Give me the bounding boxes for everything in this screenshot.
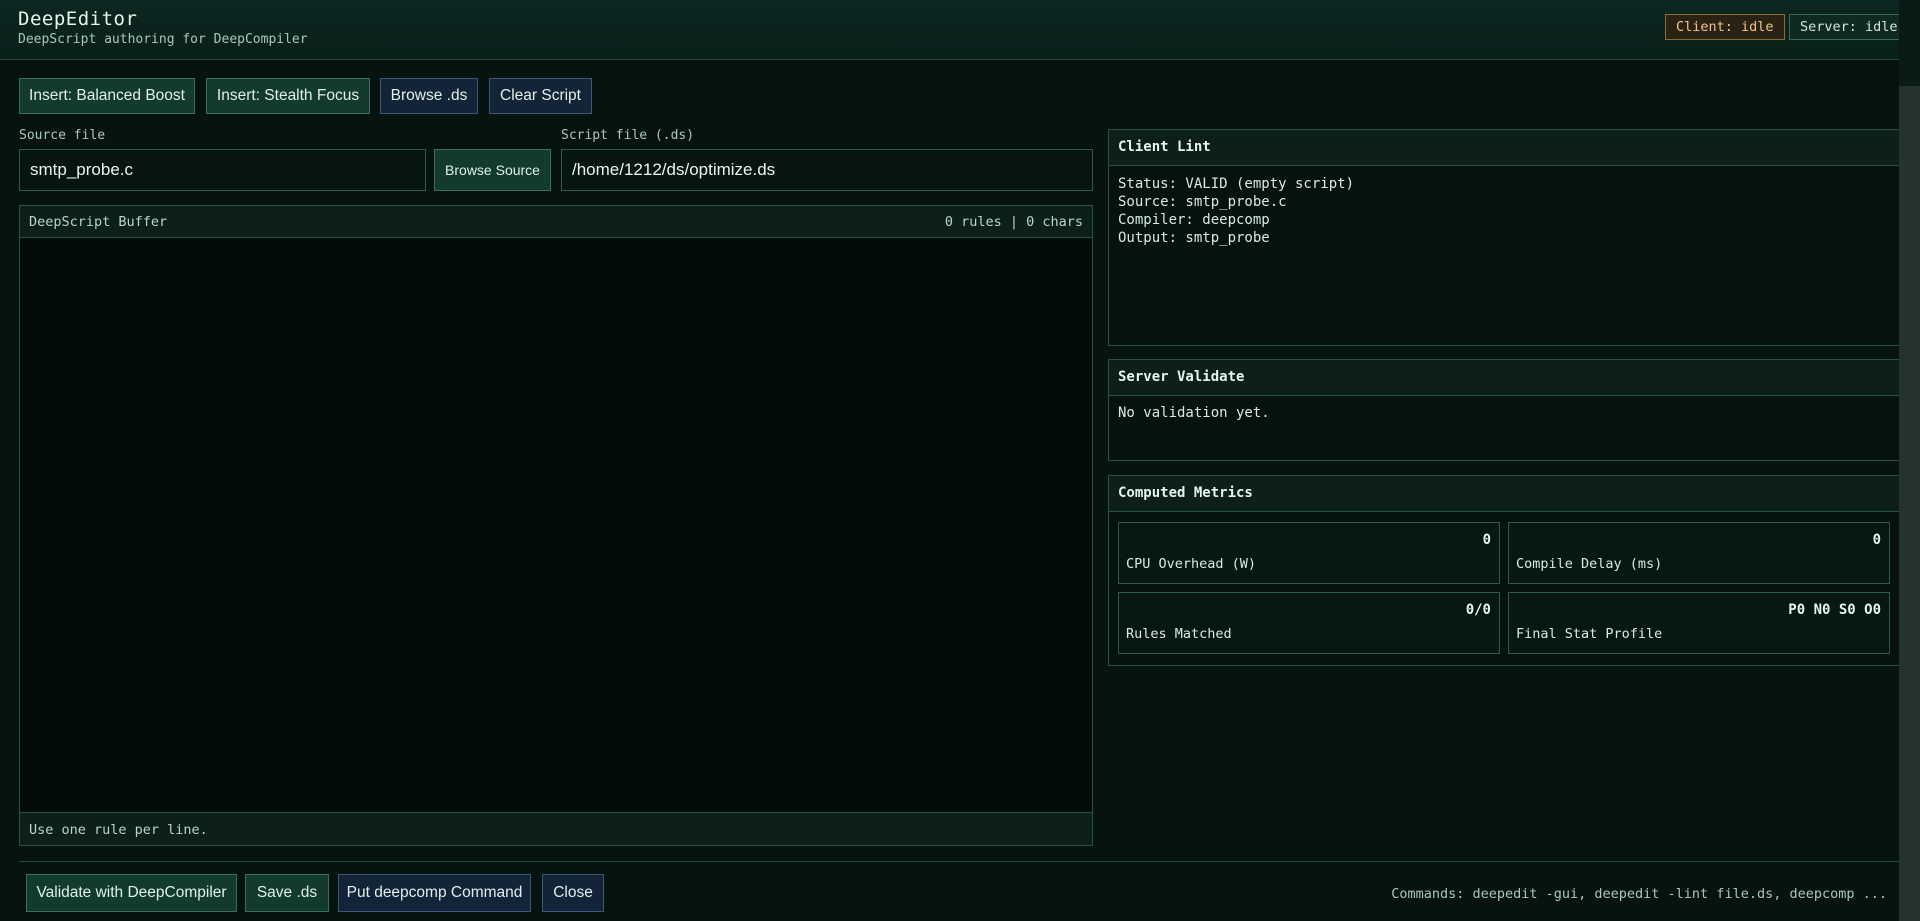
metric-card-cpu-overhead: 0 CPU Overhead (W) <box>1118 522 1500 584</box>
server-validate-message: No validation yet. <box>1118 405 1270 421</box>
app-title: DeepEditor <box>18 8 138 30</box>
script-file-label: Script file (.ds) <box>561 128 695 143</box>
metric-card-compile-delay: 0 Compile Delay (ms) <box>1508 522 1890 584</box>
insert-balanced-boost-button[interactable]: Insert: Balanced Boost <box>19 78 195 114</box>
buffer-footer: Use one rule per line. <box>20 812 1092 845</box>
close-button[interactable]: Close <box>542 874 604 912</box>
lint-compiler-line: Compiler: deepcomp <box>1118 212 1270 228</box>
buffer-header: DeepScript Buffer 0 rules | 0 chars <box>20 206 1092 238</box>
client-status-badge: Client: idle <box>1665 14 1785 40</box>
metric-value: P0 N0 S0 O0 <box>1788 602 1881 618</box>
commands-hint: Commands: deepedit -gui, deepedit -lint … <box>1391 886 1887 902</box>
lint-output-line: Output: smtp_probe <box>1118 230 1270 246</box>
lint-source-line: Source: smtp_probe.c <box>1118 194 1287 210</box>
footer-divider <box>19 861 1900 862</box>
source-file-label: Source file <box>19 128 106 143</box>
insert-stealth-focus-button[interactable]: Insert: Stealth Focus <box>206 78 370 114</box>
metric-value: 0/0 <box>1465 602 1491 618</box>
metric-label: Final Stat Profile <box>1516 626 1663 642</box>
deepscript-buffer-panel: DeepScript Buffer 0 rules | 0 chars Use … <box>19 205 1093 846</box>
deepscript-editor[interactable] <box>20 238 1092 814</box>
server-validate-header: Server Validate <box>1109 360 1899 396</box>
browse-source-button[interactable]: Browse Source <box>434 149 551 191</box>
buffer-hint: Use one rule per line. <box>29 822 208 838</box>
browse-ds-button[interactable]: Browse .ds <box>380 78 478 114</box>
metric-label: Compile Delay (ms) <box>1516 556 1663 572</box>
validate-button[interactable]: Validate with DeepCompiler <box>26 874 237 912</box>
vertical-scrollbar[interactable] <box>1899 0 1920 921</box>
buffer-title: DeepScript Buffer <box>29 214 168 230</box>
computed-metrics-header: Computed Metrics <box>1109 476 1899 512</box>
client-lint-panel: Client Lint Status: VALID (empty script)… <box>1108 129 1900 346</box>
client-lint-output: Status: VALID (empty script) Source: smt… <box>1118 175 1354 247</box>
metric-card-rules-matched: 0/0 Rules Matched <box>1118 592 1500 654</box>
buffer-stats: 0 rules | 0 chars <box>944 214 1083 230</box>
computed-metrics-panel: Computed Metrics 0 CPU Overhead (W) 0 Co… <box>1108 475 1900 666</box>
server-validate-title: Server Validate <box>1118 369 1245 385</box>
save-ds-button[interactable]: Save .ds <box>245 874 329 912</box>
header-bar: DeepEditor DeepScript authoring for Deep… <box>0 0 1920 60</box>
script-file-input[interactable] <box>561 149 1093 191</box>
computed-metrics-title: Computed Metrics <box>1118 485 1253 501</box>
metric-card-final-stat-profile: P0 N0 S0 O0 Final Stat Profile <box>1508 592 1890 654</box>
deep-editor-window: DeepEditor DeepScript authoring for Deep… <box>0 0 1920 921</box>
clear-script-button[interactable]: Clear Script <box>489 78 592 114</box>
metric-label: CPU Overhead (W) <box>1126 556 1257 572</box>
metric-label: Rules Matched <box>1126 626 1232 642</box>
put-deepcomp-command-button[interactable]: Put deepcomp Command <box>338 874 531 912</box>
scrollbar-thumb[interactable] <box>1899 86 1920 921</box>
server-status-badge: Server: idle <box>1789 14 1909 40</box>
metric-value: 0 <box>1482 532 1491 548</box>
lint-status-line: Status: VALID (empty script) <box>1118 176 1355 192</box>
server-validate-panel: Server Validate No validation yet. <box>1108 359 1900 461</box>
client-lint-title: Client Lint <box>1118 139 1211 155</box>
client-lint-header: Client Lint <box>1109 130 1899 166</box>
app-subtitle: DeepScript authoring for DeepCompiler <box>18 32 308 47</box>
metric-value: 0 <box>1872 532 1881 548</box>
source-file-input[interactable] <box>19 149 426 191</box>
